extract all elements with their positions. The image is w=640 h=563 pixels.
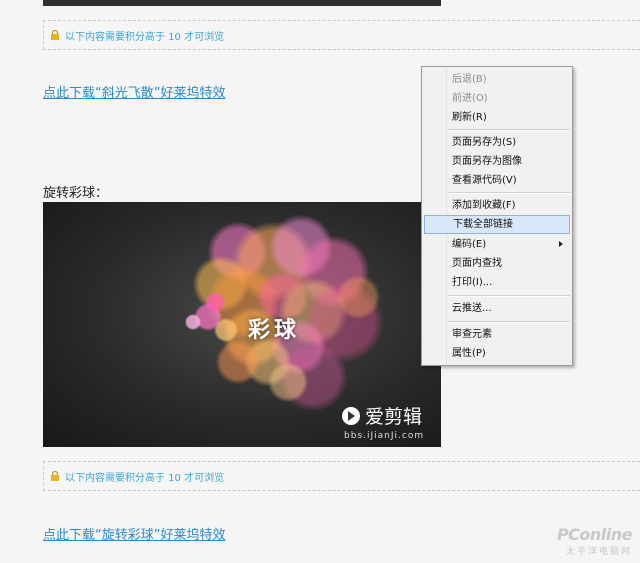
menu-item-inspect[interactable]: 审查元素: [424, 325, 570, 344]
image-title-text: 彩球: [248, 317, 301, 343]
locked-notice-text: 以下内容需要积分高于 10 才可浏览: [65, 472, 225, 484]
menu-item-download-all-links[interactable]: 下载全部链接: [424, 215, 570, 234]
menu-separator: [448, 321, 570, 323]
rotating-ball-image: 彩球 爱剪辑 bbs.iJianJi.com: [43, 202, 441, 447]
bokeh-circle: [185, 314, 201, 330]
bokeh-circle: [216, 340, 260, 384]
download-link-rotating-ball[interactable]: 点此下载“旋转彩球”好莱坞特效: [43, 524, 225, 543]
menu-item-save-as-image[interactable]: 页面另存为图像: [424, 152, 570, 171]
context-menu: 后退(B) 前进(O) 刷新(R) 页面另存为(S) 页面另存为图像 查看源代码…: [421, 66, 573, 366]
brand-logo: 爱剪辑: [341, 402, 422, 429]
menu-separator: [448, 192, 570, 194]
locked-content-notice: 以下内容需要积分高于 10 才可浏览: [43, 20, 640, 50]
watermark-main: PConline: [556, 525, 633, 544]
brand-logo-icon: [342, 406, 360, 425]
menu-item-save-page[interactable]: 页面另存为(S): [424, 133, 570, 152]
bokeh-circle: [336, 275, 380, 319]
menu-item-encoding-label: 编码(E): [452, 239, 487, 250]
menu-item-forward[interactable]: 前进(O): [424, 89, 570, 108]
bokeh-circle: [205, 292, 225, 312]
section-caption: 旋转彩球：: [43, 186, 109, 201]
bokeh-circle: [214, 318, 238, 342]
lock-icon: [51, 30, 59, 40]
submenu-arrow-icon: [559, 241, 563, 247]
menu-item-refresh[interactable]: 刷新(R): [424, 108, 570, 127]
menu-item-print[interactable]: 打印(I)...: [424, 273, 570, 292]
download-link-slant-light[interactable]: 点此下载“斜光飞散”好莱坞特效: [43, 82, 225, 101]
previous-image-bottom: [43, 0, 441, 6]
brand-url: bbs.iJianJi.com: [344, 431, 425, 441]
locked-content-notice-2: 以下内容需要积分高于 10 才可浏览: [43, 461, 640, 491]
menu-item-find-in-page[interactable]: 页面内查找: [424, 254, 570, 273]
bokeh-circle: [268, 362, 308, 402]
menu-item-view-source[interactable]: 查看源代码(V): [424, 171, 570, 190]
locked-notice-text: 以下内容需要积分高于 10 才可浏览: [65, 31, 225, 43]
menu-item-add-favorite[interactable]: 添加到收藏(F): [424, 196, 570, 215]
brand-name: 爱剪辑: [365, 406, 423, 428]
menu-item-back[interactable]: 后退(B): [424, 70, 570, 89]
menu-separator: [448, 129, 570, 131]
menu-item-encoding[interactable]: 编码(E): [424, 235, 570, 254]
watermark-sub: 太平洋电脑网: [565, 547, 632, 557]
menu-separator: [448, 295, 570, 297]
menu-item-cloud-push[interactable]: 云推送...: [424, 299, 570, 318]
lock-icon: [51, 471, 59, 481]
site-watermark: PConline 太平洋电脑网: [556, 525, 633, 557]
menu-item-properties[interactable]: 属性(P): [424, 344, 570, 363]
